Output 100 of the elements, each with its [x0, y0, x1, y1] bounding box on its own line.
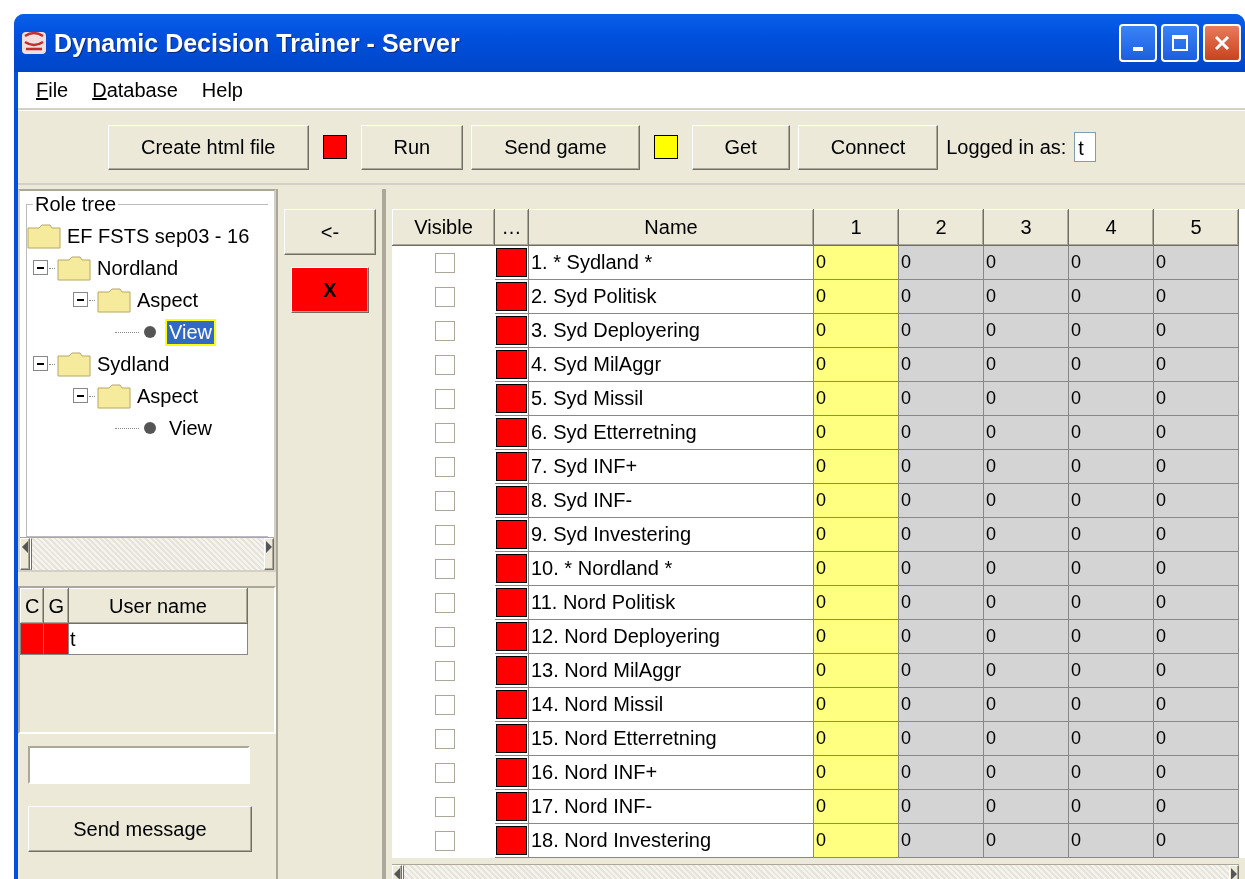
- table-cell[interactable]: 0: [813, 653, 899, 688]
- table-cell[interactable]: 0: [983, 245, 1069, 280]
- table-cell[interactable]: 0: [898, 653, 984, 688]
- table-cell[interactable]: 0: [813, 823, 899, 858]
- table-cell[interactable]: 0: [898, 721, 984, 756]
- delete-button[interactable]: X: [291, 267, 369, 313]
- table-cell[interactable]: 0: [1153, 347, 1239, 382]
- table-cell[interactable]: 0: [1068, 789, 1154, 824]
- table-cell[interactable]: 0: [1153, 415, 1239, 450]
- table-cell[interactable]: 0: [1153, 619, 1239, 654]
- table-cell[interactable]: 0: [983, 619, 1069, 654]
- table-cell[interactable]: 0: [983, 823, 1069, 858]
- table-cell[interactable]: 0: [1068, 653, 1154, 688]
- table-cell[interactable]: 0: [813, 619, 899, 654]
- visible-checkbox[interactable]: [434, 320, 455, 341]
- table-cell[interactable]: 0: [813, 585, 899, 620]
- table-cell[interactable]: 0: [1068, 313, 1154, 348]
- column-header[interactable]: G: [43, 588, 69, 624]
- scroll-right-icon[interactable]: [264, 538, 274, 570]
- menu-item[interactable]: Help: [189, 78, 255, 102]
- menu-item[interactable]: File: [24, 78, 81, 102]
- table-cell[interactable]: 0: [813, 449, 899, 484]
- back-button[interactable]: <-: [284, 209, 376, 255]
- table-cell[interactable]: 0: [1153, 653, 1239, 688]
- table-cell[interactable]: 0: [983, 687, 1069, 722]
- table-cell[interactable]: 0: [898, 619, 984, 654]
- scroll-thumb[interactable]: [402, 865, 404, 879]
- horizontal-scrollbar[interactable]: [392, 864, 1239, 879]
- table-cell[interactable]: 0: [898, 381, 984, 416]
- table-cell[interactable]: 0: [983, 585, 1069, 620]
- visible-checkbox[interactable]: [434, 762, 455, 783]
- table-cell[interactable]: 0: [983, 653, 1069, 688]
- table-cell[interactable]: 0: [983, 279, 1069, 314]
- visible-checkbox[interactable]: [434, 286, 455, 307]
- visible-checkbox[interactable]: [434, 354, 455, 375]
- tree-item[interactable]: EF FSTS sep03 - 16: [65, 224, 252, 248]
- table-cell[interactable]: 0: [1068, 619, 1154, 654]
- table-cell[interactable]: 0: [1153, 483, 1239, 518]
- minimize-button[interactable]: [1119, 24, 1157, 62]
- visible-checkbox[interactable]: [434, 490, 455, 511]
- table-cell[interactable]: 0: [813, 313, 899, 348]
- maximize-button[interactable]: [1161, 24, 1199, 62]
- collapse-icon[interactable]: [33, 356, 49, 372]
- table-cell[interactable]: 0: [1068, 551, 1154, 586]
- table-cell[interactable]: 0: [813, 381, 899, 416]
- collapse-icon[interactable]: [73, 292, 89, 308]
- table-cell[interactable]: 0: [1068, 279, 1154, 314]
- column-header[interactable]: 1: [813, 209, 899, 246]
- close-button[interactable]: [1203, 24, 1241, 62]
- visible-checkbox[interactable]: [434, 422, 455, 443]
- table-cell[interactable]: 0: [983, 381, 1069, 416]
- table-cell[interactable]: 0: [813, 347, 899, 382]
- table-cell[interactable]: 0: [1068, 483, 1154, 518]
- table-cell[interactable]: 0: [813, 789, 899, 824]
- tree-item[interactable]: Nordland: [95, 256, 181, 280]
- horizontal-scrollbar[interactable]: [20, 537, 274, 570]
- table-cell[interactable]: 0: [1153, 755, 1239, 790]
- table-cell[interactable]: 0: [898, 517, 984, 552]
- table-cell[interactable]: 0: [1153, 823, 1239, 858]
- table-cell[interactable]: 0: [1068, 687, 1154, 722]
- table-cell[interactable]: 0: [898, 449, 984, 484]
- scroll-left-icon[interactable]: [20, 538, 30, 570]
- visible-checkbox[interactable]: [434, 830, 455, 851]
- table-cell[interactable]: 0: [813, 279, 899, 314]
- table-cell[interactable]: 0: [898, 823, 984, 858]
- scroll-right-icon[interactable]: [1229, 865, 1239, 879]
- table-cell[interactable]: 0: [898, 279, 984, 314]
- visible-checkbox[interactable]: [434, 558, 455, 579]
- column-header[interactable]: C: [20, 588, 44, 624]
- visible-checkbox[interactable]: [434, 660, 455, 681]
- table-cell[interactable]: 0: [983, 415, 1069, 450]
- message-field[interactable]: [28, 746, 250, 784]
- tree-item[interactable]: Aspect: [135, 288, 201, 312]
- table-cell[interactable]: 0: [983, 313, 1069, 348]
- table-cell[interactable]: 0: [813, 551, 899, 586]
- toolbar-button[interactable]: Run: [360, 124, 464, 170]
- table-cell[interactable]: 0: [1153, 687, 1239, 722]
- column-header[interactable]: Name: [528, 209, 814, 246]
- column-header[interactable]: 5: [1153, 209, 1239, 246]
- visible-checkbox[interactable]: [434, 592, 455, 613]
- visible-checkbox[interactable]: [434, 694, 455, 715]
- table-cell[interactable]: 0: [813, 755, 899, 790]
- table-cell[interactable]: 0: [1153, 517, 1239, 552]
- table-cell[interactable]: 0: [813, 517, 899, 552]
- table-cell[interactable]: 0: [898, 415, 984, 450]
- table-cell[interactable]: 0: [813, 415, 899, 450]
- column-header[interactable]: Visible: [392, 209, 495, 246]
- table-cell[interactable]: 0: [898, 687, 984, 722]
- table-cell[interactable]: 0: [1068, 721, 1154, 756]
- user-field[interactable]: t: [1074, 132, 1097, 162]
- table-cell[interactable]: 0: [1068, 245, 1154, 280]
- table-cell[interactable]: 0: [898, 313, 984, 348]
- table-cell[interactable]: 0: [983, 517, 1069, 552]
- column-header[interactable]: 3: [983, 209, 1069, 246]
- tree-item[interactable]: View: [167, 416, 214, 440]
- tree-item[interactable]: Sydland: [95, 352, 172, 376]
- table-cell[interactable]: 0: [1068, 347, 1154, 382]
- table-cell[interactable]: 0: [1068, 823, 1154, 858]
- table-cell[interactable]: 0: [1153, 313, 1239, 348]
- send-message-button[interactable]: Send message: [28, 806, 252, 852]
